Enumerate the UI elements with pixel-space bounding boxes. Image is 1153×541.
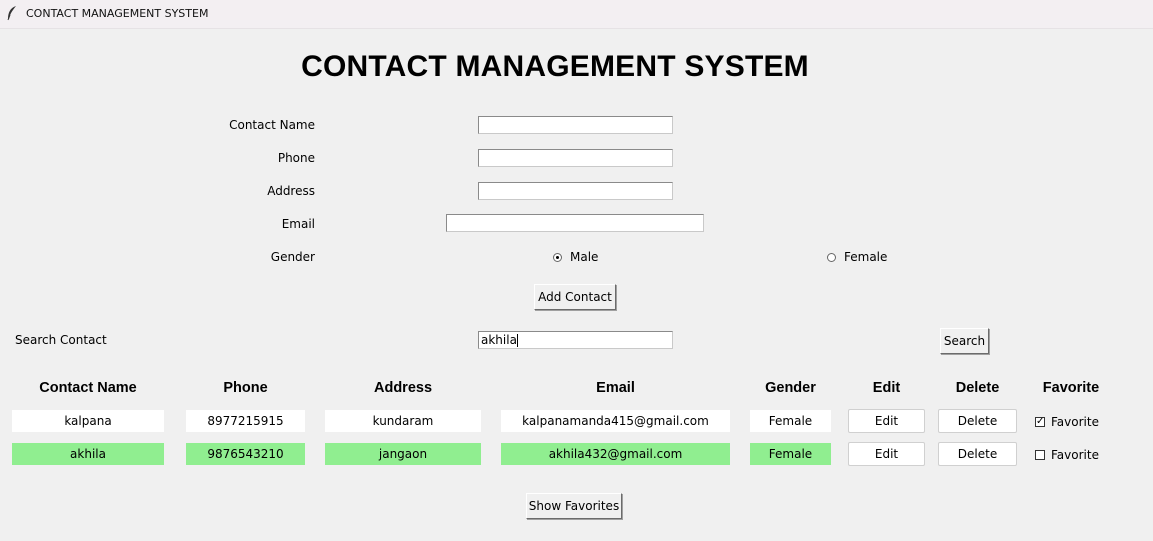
gender-label: Gender (270, 250, 315, 264)
add-contact-button[interactable]: Add Contact (534, 284, 616, 310)
checkbox-unchecked-icon (1035, 450, 1045, 460)
cell-contact-name: akhila (12, 443, 164, 465)
window-title: CONTACT MANAGEMENT SYSTEM (26, 7, 209, 20)
header-email: Email (596, 380, 635, 396)
header-contact-name: Contact Name (39, 380, 137, 396)
cell-contact-name: kalpana (12, 410, 164, 432)
checkbox-checked-icon: ✓ (1035, 416, 1045, 427)
cell-gender: Female (750, 443, 831, 465)
delete-button[interactable]: Delete (938, 442, 1017, 466)
delete-button[interactable]: Delete (938, 409, 1017, 433)
cell-email: kalpanamanda415@gmail.com (501, 410, 730, 432)
text-cursor (516, 334, 518, 347)
app-feather-icon (7, 6, 16, 21)
favorite-checkbox[interactable]: ✓ Favorite (1035, 415, 1099, 429)
phone-label: Phone (277, 151, 315, 165)
search-input-text: akhila (481, 333, 517, 347)
cell-address: kundaram (325, 410, 481, 432)
address-label: Address (267, 184, 315, 198)
header-delete: Delete (955, 380, 1000, 396)
cell-email: akhila432@gmail.com (501, 443, 730, 465)
gender-female-radio[interactable]: Female (827, 250, 887, 264)
gender-male-radio[interactable]: Male (553, 250, 598, 264)
search-input[interactable]: akhila (478, 331, 673, 349)
header-address: Address (373, 380, 433, 396)
gender-female-label: Female (844, 250, 888, 264)
page-title: CONTACT MANAGEMENT SYSTEM (301, 50, 809, 83)
window-titlebar: CONTACT MANAGEMENT SYSTEM (0, 0, 1153, 29)
header-gender: Gender (765, 380, 816, 396)
favorite-label: Favorite (1051, 415, 1099, 429)
header-favorite: Favorite (1042, 380, 1100, 396)
header-phone: Phone (223, 380, 268, 396)
cell-gender: Female (750, 410, 831, 432)
gender-male-label: Male (570, 250, 599, 264)
header-edit: Edit (872, 380, 901, 396)
favorite-label: Favorite (1051, 448, 1099, 462)
email-input[interactable] (446, 214, 704, 232)
search-button[interactable]: Search (940, 328, 989, 354)
show-favorites-button[interactable]: Show Favorites (526, 493, 622, 519)
radio-selected-icon (553, 252, 562, 262)
cell-phone: 9876543210 (186, 443, 305, 465)
search-contact-label: Search Contact (15, 333, 107, 347)
contact-name-input[interactable] (478, 116, 673, 134)
address-input[interactable] (478, 182, 673, 200)
phone-input[interactable] (478, 149, 673, 167)
edit-button[interactable]: Edit (848, 409, 925, 433)
email-label: Email (281, 217, 315, 231)
favorite-checkbox[interactable]: Favorite (1035, 448, 1099, 462)
edit-button[interactable]: Edit (848, 442, 925, 466)
contact-name-label: Contact Name (229, 118, 315, 132)
cell-phone: 8977215915 (186, 410, 305, 432)
radio-unselected-icon (827, 252, 836, 262)
cell-address: jangaon (325, 443, 481, 465)
